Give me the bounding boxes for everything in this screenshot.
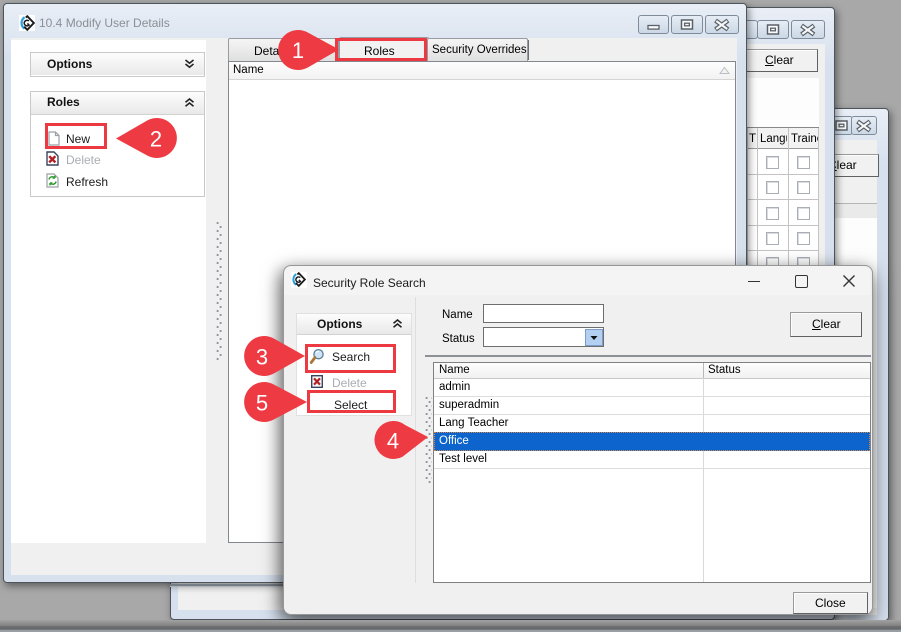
svg-text:4: 4 <box>387 429 399 454</box>
svg-text:3: 3 <box>256 345 268 370</box>
svg-text:2: 2 <box>150 127 162 152</box>
svg-text:5: 5 <box>256 391 268 416</box>
svg-text:1: 1 <box>292 38 304 63</box>
